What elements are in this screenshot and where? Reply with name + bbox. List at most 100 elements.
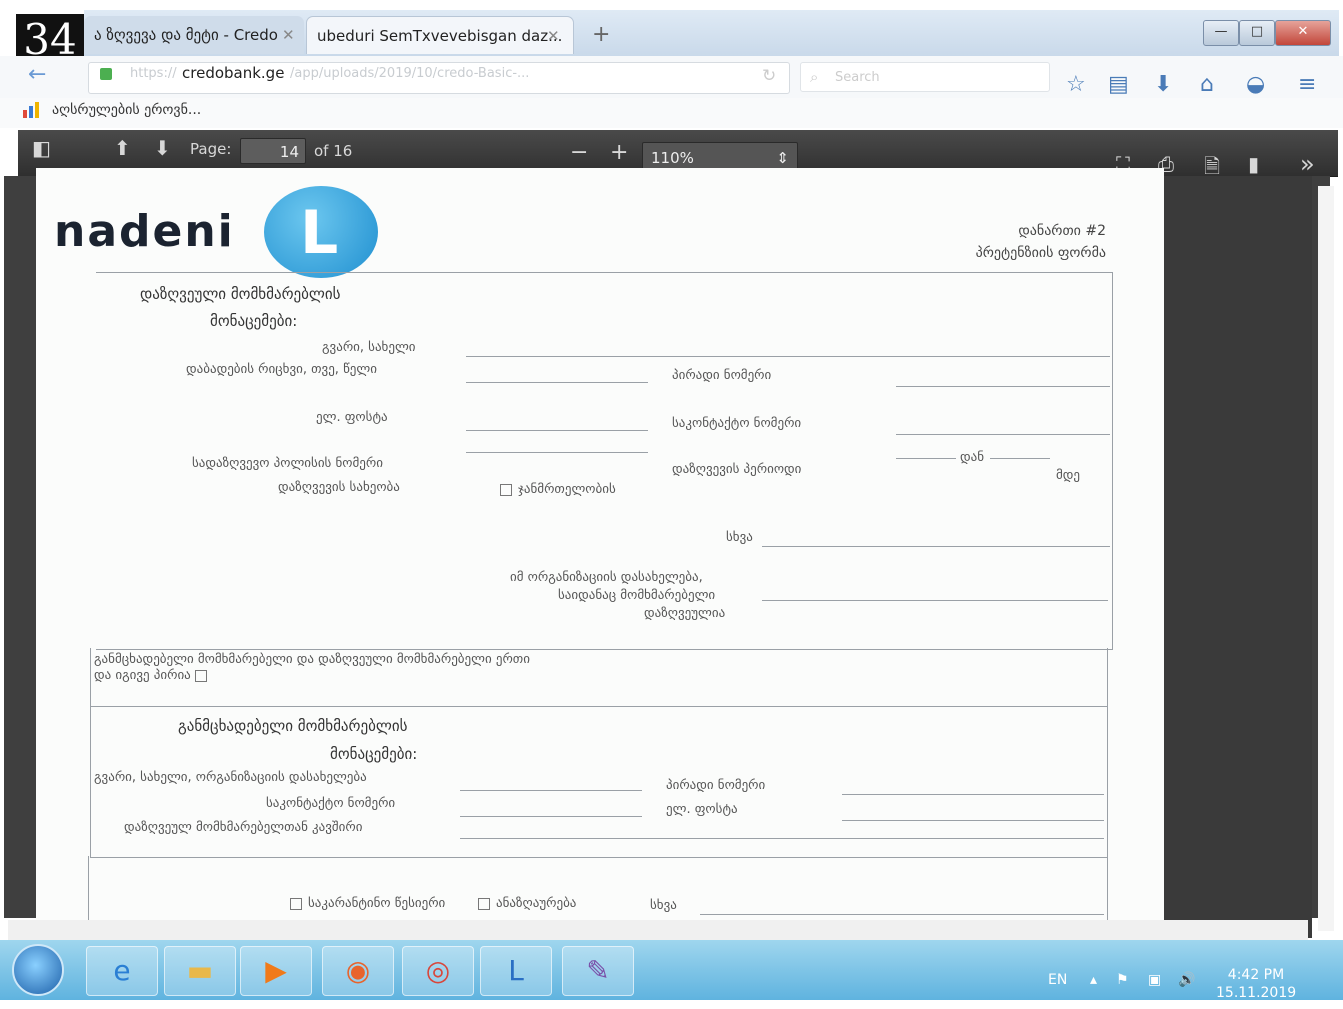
tab-close-icon[interactable]: ✕ (282, 16, 295, 54)
same-person-text-2[interactable]: და იგივე პირია (94, 668, 213, 683)
period-from-label: დან (960, 450, 985, 465)
logo-letter: L (300, 198, 339, 268)
reading-list-icon[interactable]: ▤ (1108, 72, 1129, 97)
tray-expand-icon[interactable]: ▴ (1090, 972, 1097, 988)
applicant-name-label: გვარი, სახელი, ორგანიზაციის დასახელება (94, 770, 367, 785)
period-from-field[interactable] (896, 458, 956, 459)
chrome-icon[interactable]: ◎ (402, 946, 474, 996)
insured-section-subtitle: მონაცემები: (210, 312, 298, 330)
policy-label: სადაზღვევო პოლისის ნომერი (192, 456, 383, 471)
period-to-label: მდე (1056, 468, 1081, 483)
org-label-line1: იმ ორგანიზაციის დასახელება, (510, 570, 703, 585)
same-person-label: და იგივე პირია (94, 668, 191, 683)
dob-label: დაბადების რიცხვი, თვე, წელი (186, 362, 377, 377)
new-tab-button[interactable]: + (592, 16, 610, 54)
same-person-checkbox[interactable] (194, 669, 207, 682)
checkbox[interactable] (478, 897, 490, 910)
company-logo-text: nadeni (54, 206, 235, 257)
applicant-phone-field[interactable] (460, 816, 642, 817)
checkbox[interactable] (500, 483, 512, 496)
bottom-other-label: სხვა (650, 898, 677, 913)
zoom-out-icon[interactable]: − (570, 140, 588, 165)
page-number-input[interactable]: 14 (240, 138, 306, 164)
close-window-button[interactable]: ✕ (1275, 20, 1331, 46)
bottom-option-2-label: ანაზღაურება (496, 896, 577, 911)
org-label-line3: დაზღვეულია (644, 606, 726, 621)
clock-time: 4:42 PM (1227, 967, 1285, 983)
lync-icon[interactable]: L (480, 946, 552, 996)
insurance-type-label: დაზღვევის სახეობა (278, 480, 400, 495)
download-icon[interactable]: ⬇ (1154, 72, 1172, 97)
policy-field[interactable] (466, 452, 648, 453)
email-label: ელ. ფოსტა (316, 410, 388, 425)
applicant-id-label: პირადი ნომერი (666, 778, 766, 793)
file-explorer-icon[interactable]: ▬ (164, 946, 236, 996)
minimize-button[interactable]: — (1203, 20, 1239, 46)
next-page-icon[interactable]: ⬇ (154, 136, 171, 160)
flag-icon[interactable]: ⚑ (1116, 972, 1129, 988)
volume-icon[interactable]: 🔊 (1178, 972, 1195, 988)
bottom-option-2[interactable]: ანაზღაურება (478, 896, 576, 911)
firefox-icon[interactable]: ◉ (322, 946, 394, 996)
chart-bookmark-icon (23, 102, 39, 118)
bottom-section-frame (88, 856, 1108, 921)
viewer-gutter (1152, 176, 1312, 938)
tab-strip: ა ზღვევა და მეტი - Credo ✕ ubeduri SemTx… (84, 10, 1339, 56)
bottom-option-1[interactable]: საკარანტინო წესიერი (290, 896, 445, 911)
media-player-icon[interactable]: ▶ (240, 946, 312, 996)
form-name: პრეტენზიის ფორმა (975, 245, 1106, 261)
id-field[interactable] (896, 386, 1110, 387)
dob-field[interactable] (466, 382, 648, 383)
vertical-scrollbar[interactable] (1318, 186, 1334, 931)
window-controls: — □ ✕ (1203, 20, 1333, 46)
bookmark-label[interactable]: აღსრულების ეროვნ... (52, 102, 201, 118)
org-field[interactable] (762, 600, 1108, 601)
applicant-id-field[interactable] (842, 794, 1104, 795)
tools-expand-icon[interactable]: » (1300, 150, 1315, 178)
maximize-button[interactable]: □ (1239, 20, 1275, 46)
tab-credo[interactable]: ა ზღვევა და მეტი - Credo ✕ (84, 16, 304, 54)
tab-active-pdf[interactable]: ubeduri SemTxvevebisgan daz... ✕ (306, 16, 574, 54)
pocket-icon[interactable]: ◒ (1246, 72, 1265, 97)
home-icon[interactable]: ⌂ (1200, 72, 1214, 97)
search-icon: ⌕ (810, 68, 819, 86)
applicant-email-field[interactable] (842, 820, 1104, 821)
network-icon[interactable]: ▣ (1148, 972, 1161, 988)
applicant-name-field[interactable] (460, 790, 642, 791)
system-clock[interactable]: 4:42 PM 15.11.2019 (1216, 966, 1296, 1002)
previous-page-icon[interactable]: ⬆ (114, 136, 131, 160)
menu-icon[interactable]: ≡ (1298, 72, 1316, 97)
reload-icon[interactable]: ↻ (762, 66, 776, 86)
clock-date: 15.11.2019 (1216, 985, 1297, 1001)
other-label: სხვა (726, 530, 753, 545)
start-button[interactable] (12, 944, 64, 996)
url-host: credobank.ge (182, 64, 285, 82)
relation-field[interactable] (460, 838, 1104, 839)
paint-icon[interactable]: ✎ (562, 946, 634, 996)
horizontal-scrollbar[interactable] (8, 920, 1308, 940)
bottom-other-field[interactable] (700, 914, 1104, 915)
bookmarks-bar (0, 98, 1343, 128)
applicant-section-subtitle: მონაცემები: (330, 745, 418, 763)
bookmark-icon[interactable]: ▮ (1248, 152, 1259, 176)
back-arrow-icon[interactable]: ← (28, 62, 46, 87)
other-field[interactable] (762, 546, 1110, 547)
health-option-label: ჯანმრთელობის (518, 482, 616, 497)
zoom-in-icon[interactable]: + (610, 140, 628, 165)
language-indicator[interactable]: EN (1048, 972, 1067, 988)
email-field[interactable] (466, 430, 648, 431)
phone-field[interactable] (896, 434, 1110, 435)
insured-section-title: დაზღვეული მომხმარებლის (140, 285, 341, 303)
period-to-field[interactable] (990, 458, 1050, 459)
tab-close-icon[interactable]: ✕ (547, 17, 560, 54)
internet-explorer-icon[interactable]: e (86, 946, 158, 996)
search-input[interactable]: Search (800, 62, 1050, 92)
sidebar-toggle-icon[interactable]: ◧ (32, 136, 51, 160)
checkbox[interactable] (290, 897, 302, 910)
applicant-phone-label: საკონტაქტო ნომერი (266, 796, 396, 811)
bookmark-star-icon[interactable]: ☆ (1066, 72, 1086, 97)
name-field[interactable] (466, 356, 1110, 357)
health-option[interactable]: ჯანმრთელობის (500, 482, 616, 497)
page-total: of 16 (314, 142, 353, 160)
id-label: პირადი ნომერი (672, 368, 772, 383)
